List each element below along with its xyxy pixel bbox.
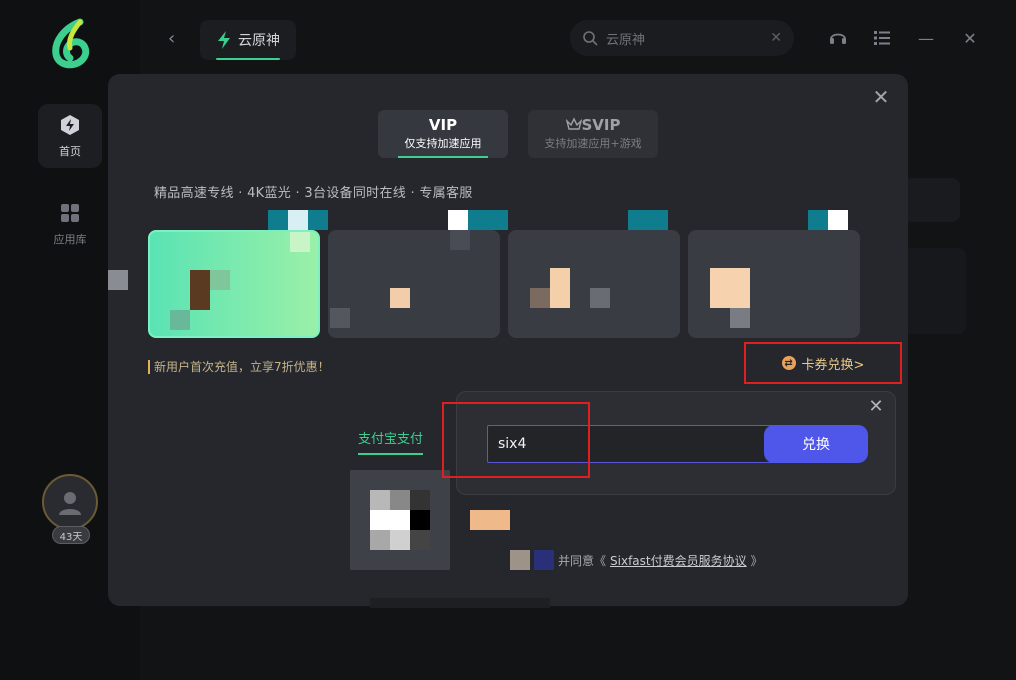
lightning-icon [218,31,230,49]
sidebar-item-apps[interactable]: 应用库 [38,192,102,256]
search-placeholder: 云原神 [606,32,646,48]
minimize-icon[interactable]: — [916,28,936,48]
plan-card[interactable] [328,230,500,338]
headset-icon[interactable] [828,28,848,48]
coupon-link-label: 卡券兑换> [801,357,865,373]
plan-card[interactable] [688,230,860,338]
tab-svip[interactable]: SVIP 支持加速应用+游戏 [528,110,658,158]
sidebar-item-label: 首页 [59,145,81,158]
tab-subtitle: 支持加速应用+游戏 [544,137,642,150]
list-icon[interactable] [872,28,892,48]
avatar[interactable] [42,474,98,530]
lightning-icon [61,115,79,135]
user-icon [59,492,81,515]
sidebar-item-home[interactable]: 首页 [38,104,102,168]
tab-app[interactable]: 云原神 [200,20,296,60]
perks-text: 精品高速专线 · 4K蓝光 · 3台设备同时在线 · 专属客服 [154,186,473,201]
search-input[interactable]: 云原神 ✕ [570,20,794,56]
vip-purchase-modal: ✕ VIP 仅支持加速应用 SVIP 支持加速应用+游戏 精品高速专线 · 4K… [108,74,908,608]
sixfast-logo-icon [52,18,90,69]
tab-alipay[interactable]: 支付宝支付 [358,428,424,455]
price-label [470,510,510,530]
tab-vip[interactable]: VIP 仅支持加速应用 [378,110,508,158]
close-icon[interactable]: ✕ [867,398,885,416]
agreement-row: 并同意《 Sixfast付费会员服务协议》 [510,550,763,570]
search-icon [583,31,598,46]
agree-checkbox[interactable] [510,550,530,570]
clear-search-icon[interactable]: ✕ [770,30,782,46]
coupon-code-input[interactable] [487,425,787,463]
redeem-button[interactable]: 兑换 [764,425,868,463]
plan-card-selected[interactable] [148,230,320,338]
modal-footer-strip [370,598,550,608]
filter-button[interactable] [904,178,960,222]
tab-title: VIP [428,116,458,134]
crown-icon [565,117,582,130]
tab-title: SVIP [565,116,621,134]
tab-label: 云原神 [238,33,280,49]
plan-card[interactable] [508,230,680,338]
grid-icon [61,204,79,222]
topbar: ‹ 云原神 云原神 ✕ — ✕ [140,0,1016,74]
agreement-suffix: 》 [750,553,763,568]
agreement-link[interactable]: Sixfast付费会员服务协议 [610,552,747,569]
close-icon[interactable]: ✕ [960,28,980,48]
coupon-redeem-popup: ✕ 兑换 [456,391,896,495]
agreement-prefix: 并同意《 [558,553,607,568]
payment-qr-code [350,470,450,570]
membership-days-badge: 43天 [52,526,90,544]
back-icon[interactable]: ‹ [168,28,186,50]
coupon-redeem-link[interactable]: ⇄ 卡券兑换> [744,342,902,384]
tab-subtitle: 仅支持加速应用 [404,137,482,150]
tab-title-text: SVIP [581,116,621,134]
close-icon[interactable]: ✕ [870,86,892,108]
sidebar-item-label: 应用库 [53,233,87,246]
promo-text: 新用户首次充值，立享7折优惠！ [148,360,330,374]
plan-cards [108,210,868,340]
exchange-icon: ⇄ [781,356,796,370]
